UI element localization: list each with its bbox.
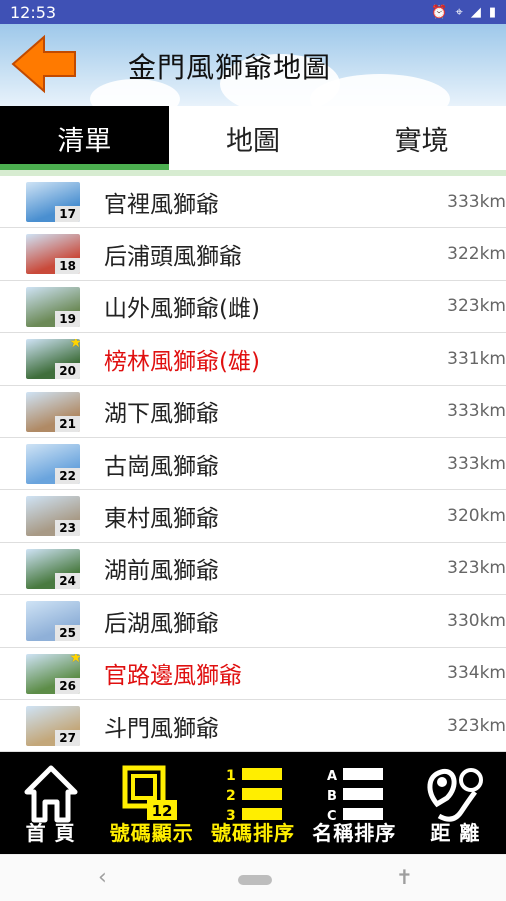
item-distance: 333km bbox=[447, 401, 506, 422]
list-item[interactable]: ★ 26 官路邊風獅爺 334km bbox=[0, 648, 506, 700]
list-item[interactable]: 23 東村風獅爺 320km bbox=[0, 490, 506, 543]
item-name: 斗門風獅爺 bbox=[104, 715, 219, 742]
list-item[interactable]: 27 斗門風獅爺 323km bbox=[0, 700, 506, 752]
lion-thumbnail: ★ 20 bbox=[26, 339, 80, 380]
item-distance: 323km bbox=[447, 296, 506, 317]
lion-thumbnail: 25 bbox=[26, 601, 80, 642]
signal-icon: ◢ bbox=[470, 4, 481, 20]
svg-text:1: 1 bbox=[226, 768, 236, 784]
lion-thumbnail: 17 bbox=[26, 182, 80, 222]
lion-thumbnail: 22 bbox=[26, 443, 80, 484]
system-nav-bar: ‹ ✝ bbox=[0, 854, 506, 901]
item-name: 后浦頭風獅爺 bbox=[104, 244, 242, 271]
tab-list[interactable]: 清單 bbox=[0, 106, 169, 170]
item-name: 湖前風獅爺 bbox=[104, 558, 219, 585]
lion-thumbnail: 24 bbox=[26, 548, 80, 589]
lion-thumbnail: 27 bbox=[26, 705, 80, 746]
number-display-icon: 12 bbox=[122, 765, 177, 820]
tab-map[interactable]: 地圖 bbox=[169, 106, 338, 170]
page-title: 金門風獅爺地圖 bbox=[128, 51, 332, 84]
list-item[interactable]: 22 古崗風獅爺 333km bbox=[0, 438, 506, 491]
lion-thumbnail: 21 bbox=[26, 391, 80, 432]
list-item[interactable]: 21 湖下風獅爺 333km bbox=[0, 386, 506, 438]
status-bar: 12:53 ⏰ ⌖ ◢ ▮ bbox=[0, 0, 506, 24]
lion-list: 17 官裡風獅爺 333km 18 后浦頭風獅爺 322km 19 山外風獅爺(雌) 323km… bbox=[0, 176, 506, 752]
item-distance: 323km bbox=[447, 715, 506, 736]
nav-back-icon[interactable]: ‹ bbox=[98, 865, 107, 890]
list-item[interactable]: 17 官裡風獅爺 333km bbox=[0, 176, 506, 229]
list-item[interactable]: 25 后湖風獅爺 330km bbox=[0, 595, 506, 648]
name-sort-icon: A B C bbox=[327, 768, 384, 824]
item-distance: 322km bbox=[447, 244, 506, 265]
item-name: 榜林風獅爺(雄) bbox=[104, 348, 260, 375]
item-number: 22 bbox=[55, 467, 80, 484]
item-number: 24 bbox=[55, 572, 80, 589]
item-distance: 330km bbox=[447, 610, 506, 631]
number-display-button[interactable]: 12 號碼顯示 bbox=[101, 752, 202, 854]
svg-text:12: 12 bbox=[151, 802, 172, 820]
svg-text:2: 2 bbox=[226, 788, 236, 804]
lion-thumbnail: 18 bbox=[26, 234, 80, 275]
item-number: 17 bbox=[55, 206, 80, 222]
item-name: 山外風獅爺(雌) bbox=[104, 296, 260, 323]
nav-home-pill[interactable] bbox=[238, 875, 272, 885]
accessibility-icon[interactable]: ✝ bbox=[396, 865, 413, 889]
item-name: 古崗風獅爺 bbox=[104, 453, 219, 480]
item-number: 26 bbox=[55, 677, 80, 694]
lion-thumbnail: ★ 26 bbox=[26, 653, 80, 694]
alarm-icon: ⏰ bbox=[431, 4, 448, 20]
home-icon bbox=[24, 765, 78, 823]
lion-thumbnail: 23 bbox=[26, 496, 80, 537]
location-icon: ⌖ bbox=[455, 4, 463, 20]
distance-button[interactable]: 距 離 bbox=[405, 752, 506, 854]
item-number: 19 bbox=[55, 310, 80, 327]
lion-thumbnail: 19 bbox=[26, 286, 80, 327]
item-distance: 334km bbox=[447, 663, 506, 684]
name-sort-button[interactable]: A B C 名稱排序 bbox=[304, 752, 405, 854]
item-distance: 333km bbox=[447, 453, 506, 474]
star-icon: ★ bbox=[69, 653, 80, 666]
bottom-toolbar: 首 頁 12 號碼顯示 1 2 3 號碼排序 A B C 名稱排序 距 離 bbox=[0, 752, 506, 854]
svg-text:B: B bbox=[327, 789, 337, 804]
number-sort-button[interactable]: 1 2 3 號碼排序 bbox=[202, 752, 303, 854]
item-number: 25 bbox=[55, 625, 80, 642]
list-item[interactable]: ★ 20 榜林風獅爺(雄) 331km bbox=[0, 333, 506, 386]
item-number: 20 bbox=[55, 363, 80, 380]
svg-text:A: A bbox=[327, 769, 337, 784]
svg-text:3: 3 bbox=[226, 808, 236, 824]
list-item[interactable]: 18 后浦頭風獅爺 322km bbox=[0, 228, 506, 281]
star-icon: ★ bbox=[69, 339, 80, 352]
tab-ar[interactable]: 實境 bbox=[337, 106, 506, 170]
route-pin-icon bbox=[427, 768, 484, 822]
item-name: 東村風獅爺 bbox=[104, 506, 219, 533]
number-sort-icon: 1 2 3 bbox=[226, 768, 282, 824]
item-number: 18 bbox=[55, 258, 80, 275]
tab-bar: 清單 地圖 實境 bbox=[0, 106, 506, 170]
item-name: 官裡風獅爺 bbox=[104, 191, 219, 218]
back-button[interactable] bbox=[10, 34, 78, 94]
item-number: 23 bbox=[55, 520, 80, 537]
item-name: 官路邊風獅爺 bbox=[104, 663, 242, 690]
item-name: 后湖風獅爺 bbox=[104, 610, 219, 637]
item-distance: 333km bbox=[447, 191, 506, 212]
item-distance: 320km bbox=[447, 506, 506, 527]
back-arrow-icon bbox=[11, 34, 76, 94]
battery-icon: ▮ bbox=[488, 4, 496, 20]
list-item[interactable]: 19 山外風獅爺(雌) 323km bbox=[0, 281, 506, 334]
item-name: 湖下風獅爺 bbox=[104, 401, 219, 428]
item-distance: 323km bbox=[447, 558, 506, 579]
item-number: 27 bbox=[55, 729, 80, 746]
list-item[interactable]: 24 湖前風獅爺 323km bbox=[0, 543, 506, 596]
item-number: 21 bbox=[55, 415, 80, 432]
status-time: 12:53 bbox=[10, 2, 57, 22]
item-distance: 331km bbox=[447, 348, 506, 369]
header: 金門風獅爺地圖 bbox=[0, 24, 506, 106]
svg-text:C: C bbox=[327, 809, 337, 824]
home-button[interactable]: 首 頁 bbox=[0, 752, 101, 854]
